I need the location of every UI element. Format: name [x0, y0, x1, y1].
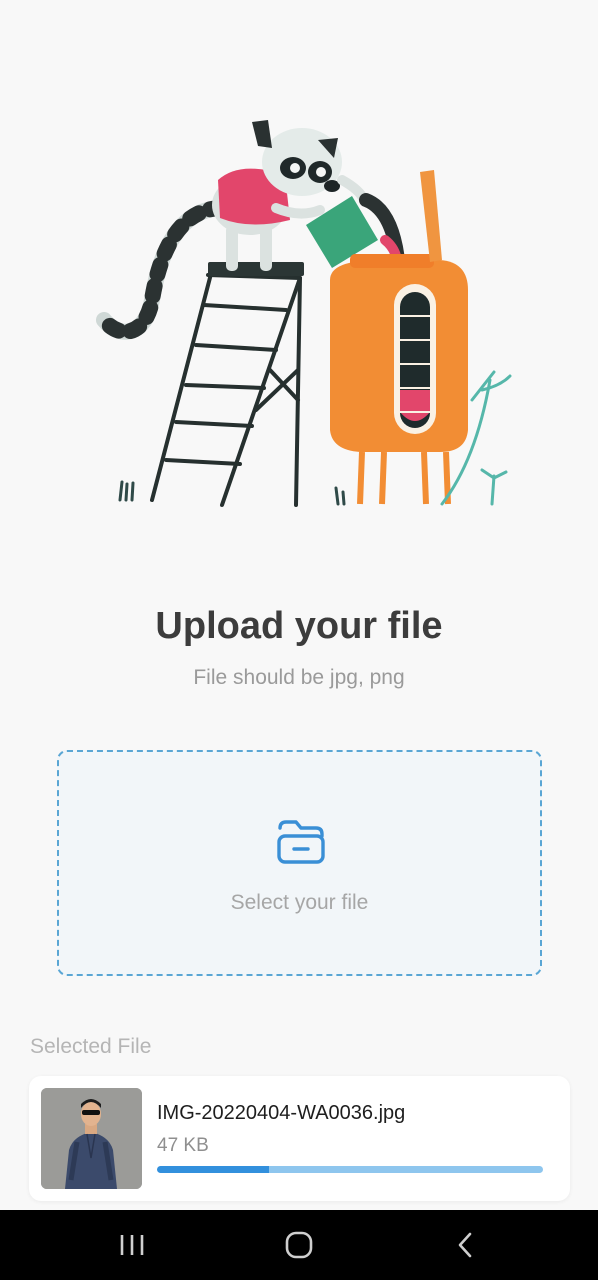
file-size: 47 KB: [157, 1135, 209, 1156]
file-name: IMG-20220404-WA0036.jpg: [157, 1102, 406, 1124]
upload-progress-fill: [157, 1166, 269, 1173]
recent-apps-icon[interactable]: [112, 1228, 152, 1262]
selected-file-card[interactable]: IMG-20220404-WA0036.jpg 47 KB: [29, 1076, 570, 1201]
file-dropzone[interactable]: Select your file: [57, 750, 542, 976]
folder-icon: [277, 820, 325, 864]
file-thumbnail: [41, 1088, 142, 1189]
page-subtitle: File should be jpg, png: [193, 666, 405, 689]
home-icon[interactable]: [279, 1228, 319, 1262]
selected-file-heading: Selected File: [30, 1035, 152, 1058]
back-icon[interactable]: [446, 1228, 486, 1262]
page-title: Upload your file: [155, 605, 443, 647]
hero-illustration: [80, 100, 530, 520]
select-file-label: Select your file: [230, 891, 369, 914]
system-navigation-bar: [0, 1210, 598, 1280]
upload-progress-bar: [157, 1166, 543, 1173]
